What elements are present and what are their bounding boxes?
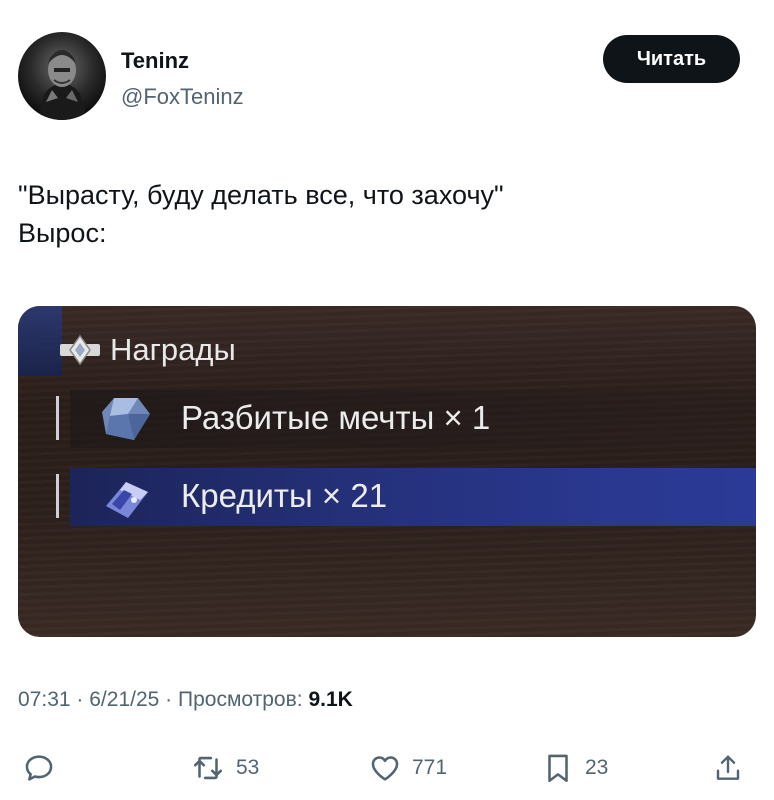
like-count: 771 xyxy=(412,756,448,779)
reward-row-marker xyxy=(56,474,59,518)
avatar[interactable] xyxy=(18,32,106,120)
reward-item-label: Кредиты × 21 xyxy=(181,477,388,514)
bookmark-icon xyxy=(548,754,568,783)
author-handle[interactable]: @FoxTeninz xyxy=(121,84,244,110)
reward-row: Разбитые мечты × 1 xyxy=(56,390,756,448)
credits-chip-icon xyxy=(106,482,148,518)
tweet-actions: 53 771 23 xyxy=(0,748,774,788)
retweet-icon xyxy=(193,756,223,780)
reward-item-label: Разбитые мечты × 1 xyxy=(181,399,491,436)
views-count: 9.1K xyxy=(308,688,353,711)
tweet-media-image[interactable]: Награды Разбитые мечты × 1 Кредиты × 21 xyxy=(18,306,756,637)
reward-row-marker xyxy=(56,396,59,440)
retweet-button[interactable]: 53 xyxy=(190,748,259,788)
bookmark-count: 23 xyxy=(585,756,609,779)
reply-icon xyxy=(25,755,53,781)
tweet-meta: 07:31 · 6/21/25 · Просмотров: 9.1K xyxy=(18,688,353,712)
reward-row: Кредиты × 21 xyxy=(56,468,756,526)
tweet-text-line: Вырос: xyxy=(18,218,107,248)
views-label: Просмотров: xyxy=(178,688,303,711)
share-icon xyxy=(716,755,740,780)
meta-separator: · xyxy=(165,688,173,711)
bookmark-button[interactable]: 23 xyxy=(541,748,608,788)
reward-row-background xyxy=(70,468,756,526)
tweet-time[interactable]: 07:31 xyxy=(18,688,71,711)
heart-icon xyxy=(371,756,399,781)
author-name[interactable]: Teninz xyxy=(121,48,189,74)
retweet-count: 53 xyxy=(236,756,260,779)
rewards-emblem-icon xyxy=(60,334,100,366)
rewards-title: Награды xyxy=(110,332,236,367)
like-button[interactable]: 771 xyxy=(368,748,447,788)
crystal-icon xyxy=(102,398,150,440)
tweet-date[interactable]: 6/21/25 xyxy=(89,688,159,711)
tweet-header: Teninz @FoxTeninz Читать xyxy=(18,32,758,124)
tweet-text-line: "Вырасту, буду делать все, что захочу" xyxy=(18,180,504,210)
meta-separator: · xyxy=(76,688,84,711)
avatar-figure-icon xyxy=(38,50,88,120)
tweet-text: "Вырасту, буду делать все, что захочу" В… xyxy=(18,176,748,252)
follow-button[interactable]: Читать xyxy=(603,35,740,83)
media-corner-decoration xyxy=(18,306,62,376)
reply-button[interactable] xyxy=(22,748,56,788)
share-button[interactable] xyxy=(712,748,744,788)
